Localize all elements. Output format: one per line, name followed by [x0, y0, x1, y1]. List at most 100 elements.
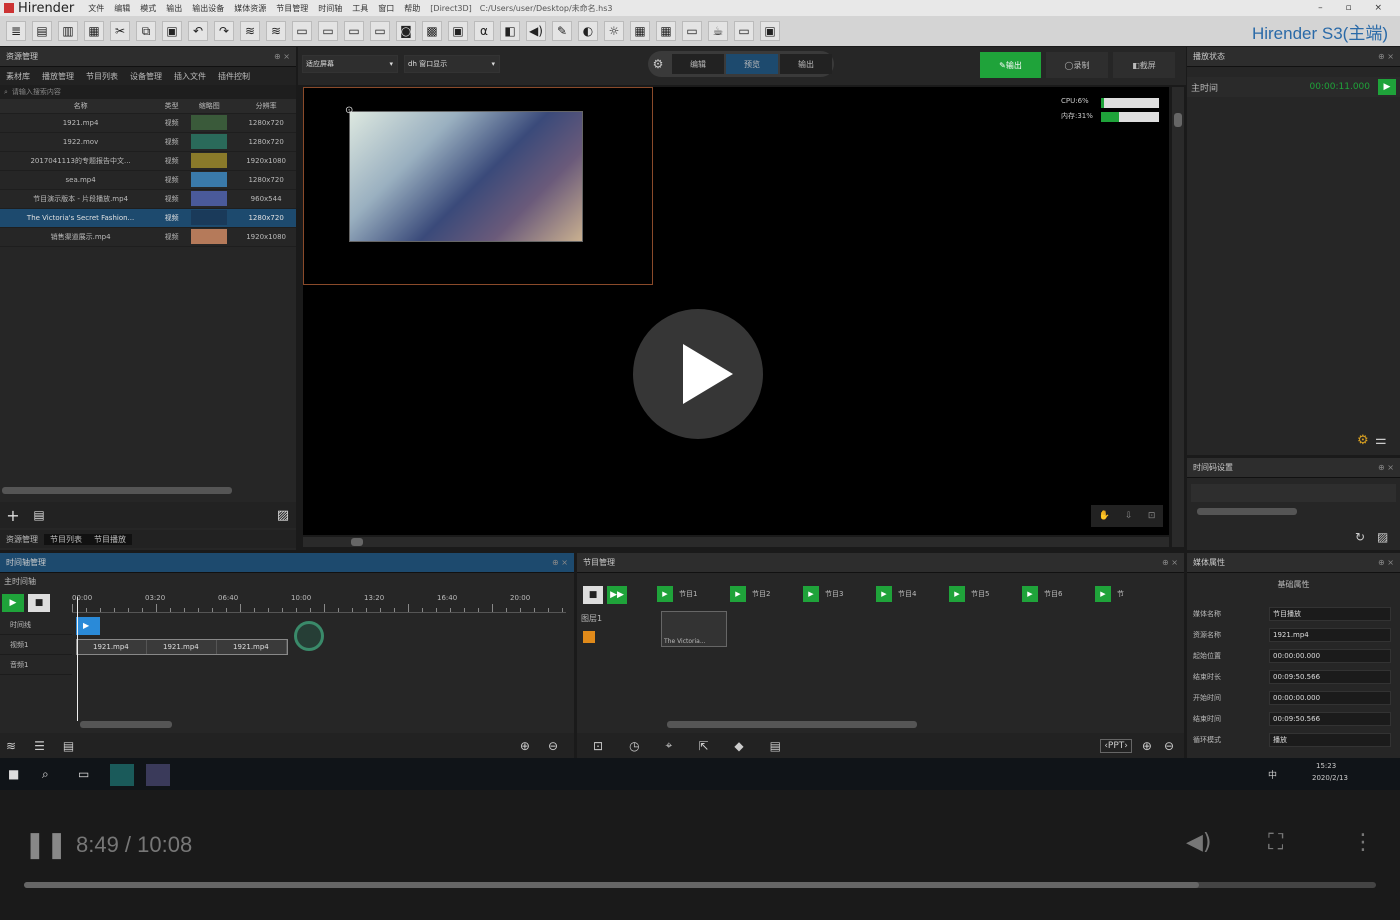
display-dropdown[interactable]: dh 窗口显示 ▾ — [404, 55, 500, 73]
play-icon[interactable]: ▶ — [876, 586, 892, 602]
prop-value-field[interactable]: 播放 — [1269, 732, 1391, 747]
pin-icon[interactable]: ⇩ — [1125, 511, 1133, 521]
media-bottom-tab[interactable]: 节目列表 — [44, 533, 88, 545]
toolbar-tool-icon[interactable]: ▩ — [422, 21, 442, 41]
media-tab[interactable]: 素材库 — [0, 71, 36, 82]
show-scrollbar[interactable] — [667, 721, 917, 728]
column-header[interactable]: 名称 — [0, 99, 162, 114]
volume-icon[interactable]: ◀) — [1186, 830, 1212, 855]
sync-icon[interactable]: ⚙ — [1357, 433, 1369, 448]
show-track-header[interactable]: ▶ 节目4 — [876, 583, 949, 605]
output-button[interactable]: ✎ 输出 — [980, 52, 1041, 78]
layers-icon[interactable]: ≋ — [6, 739, 16, 753]
toolbar-tool-icon[interactable]: ↷ — [214, 21, 234, 41]
column-header[interactable]: 缩略图 — [182, 99, 237, 114]
prop-value-field[interactable]: 00:00:00.000 — [1269, 648, 1391, 663]
toolbar-tool-icon[interactable]: ▭ — [318, 21, 338, 41]
toolbar-tool-icon[interactable]: ≋ — [266, 21, 286, 41]
zoom-in-icon[interactable]: ⊕ — [520, 739, 530, 753]
stage-vscroll[interactable] — [1172, 87, 1184, 547]
show-track-header[interactable]: ▶ 节目6 — [1022, 583, 1095, 605]
toolbar-tool-icon[interactable]: ▭ — [292, 21, 312, 41]
menu-item[interactable]: 输出设备 — [192, 4, 224, 13]
refresh-icon[interactable]: ↻ — [1355, 530, 1365, 544]
add-icon[interactable]: + — [0, 506, 26, 525]
close-icon[interactable]: ⊕ × — [1378, 52, 1394, 61]
media-tab[interactable]: 插件控制 — [212, 71, 256, 82]
timeline-clip[interactable]: 1921.mp4 — [147, 640, 217, 654]
layer-color-swatch[interactable] — [583, 631, 595, 643]
start-icon[interactable]: ■ — [8, 767, 19, 781]
pause-icon[interactable]: ❚❚ — [24, 830, 68, 860]
column-header[interactable]: 类型 — [161, 99, 183, 114]
toolbar-tool-icon[interactable]: ✂ — [110, 21, 130, 41]
menu-item[interactable]: 节目管理 — [276, 4, 308, 13]
menu-item[interactable]: 编辑 — [114, 4, 130, 13]
play-icon[interactable]: ▶ — [1022, 586, 1038, 602]
mode-tab[interactable]: 预览 — [726, 54, 778, 74]
media-bottom-tab[interactable]: 节目播放 — [88, 533, 132, 545]
toolbar-tool-icon[interactable]: α — [474, 21, 494, 41]
play-icon[interactable]: ▶ — [1378, 79, 1396, 95]
play-icon[interactable]: ▶ — [1095, 586, 1111, 602]
toolbar-tool-icon[interactable]: ▣ — [448, 21, 468, 41]
prop-value-field[interactable]: 00:00:00.000 — [1269, 690, 1391, 705]
timeline-ruler[interactable]: 00:00 03:20 06:40 10:00 13:20 16:40 20:00 — [72, 593, 566, 613]
toolbar-tool-icon[interactable]: ▭ — [370, 21, 390, 41]
video-progress[interactable] — [24, 882, 1376, 888]
show-track-header[interactable]: ▶ 节目3 — [803, 583, 876, 605]
play-icon[interactable]: ▶ — [803, 586, 819, 602]
toolbar-tool-icon[interactable]: ≣ — [6, 21, 26, 41]
search-icon[interactable]: ⌕ — [42, 767, 49, 782]
close-icon[interactable]: ⊕ × — [552, 558, 568, 567]
mode-tab[interactable]: 编辑 — [672, 54, 724, 74]
menu-item[interactable]: 输出 — [166, 4, 182, 13]
zoom-out-icon[interactable]: ⊖ — [1164, 739, 1174, 753]
table-row[interactable]: The Victoria's Secret Fashion... 视频 1280x7… — [0, 208, 296, 228]
menu-item[interactable]: 时间轴 — [318, 4, 342, 13]
table-row[interactable]: 2017041113的专题报告中文... 视频 1920x1080 — [0, 151, 296, 171]
ime-indicator[interactable]: 中 — [1268, 768, 1277, 781]
toolbar-tool-icon[interactable]: ◐ — [578, 21, 598, 41]
toolbar-tool-icon[interactable]: ▭ — [682, 21, 702, 41]
stop-icon[interactable]: ■ — [583, 586, 603, 604]
track-header[interactable]: 时间线 — [0, 615, 72, 635]
toolbar-tool-icon[interactable]: ≋ — [240, 21, 260, 41]
layer-handle-icon[interactable]: ⊙ — [345, 105, 353, 116]
fast-forward-icon[interactable]: ▶▶ — [607, 586, 627, 604]
track-header[interactable]: 视频1 — [0, 635, 72, 655]
column-header[interactable]: 分辨率 — [236, 99, 296, 114]
media-bottom-tab[interactable]: 资源管理 — [0, 534, 44, 545]
timeline-marker[interactable]: ▶ — [76, 617, 100, 635]
prop-value-field[interactable]: 00:09:50.566 — [1269, 669, 1391, 684]
zoom-in-icon[interactable]: ⊕ — [1142, 739, 1152, 753]
table-row[interactable]: 销售渠道展示.mp4 视频 1920x1080 — [0, 227, 296, 247]
menu-item[interactable]: 媒体资源 — [234, 4, 266, 13]
close-icon[interactable]: ⊕ × — [1378, 558, 1394, 567]
media-tab[interactable]: 播放管理 — [36, 71, 80, 82]
toolbar-tool-icon[interactable]: ▦ — [84, 21, 104, 41]
menu-item[interactable]: 模式 — [140, 4, 156, 13]
frame-icon[interactable]: ⊡ — [593, 739, 603, 753]
app-icon-editor[interactable] — [146, 764, 170, 786]
fit-dropdown[interactable]: 适应屏幕 ▾ — [302, 55, 398, 73]
prop-value-field[interactable]: 00:09:50.566 — [1269, 711, 1391, 726]
prop-value-field[interactable]: 1921.mp4 — [1269, 627, 1391, 642]
fit-icon[interactable]: ⊡ — [1148, 511, 1156, 521]
toolbar-tool-icon[interactable]: ☼ — [604, 21, 624, 41]
media-tab[interactable]: 设备管理 — [124, 71, 168, 82]
track-header[interactable]: 音频1 — [0, 655, 72, 675]
show-track-header[interactable]: ▶ 节目2 — [730, 583, 803, 605]
menu-item[interactable]: 工具 — [352, 4, 368, 13]
toolbar-tool-icon[interactable]: ⧉ — [136, 21, 156, 41]
export-icon[interactable]: ⇱ — [698, 739, 708, 753]
toolbar-tool-icon[interactable]: ▦ — [656, 21, 676, 41]
toolbar-tool-icon[interactable]: ◧ — [500, 21, 520, 41]
record-button[interactable]: ◯ 录制 — [1046, 52, 1108, 78]
table-row[interactable]: sea.mp4 视频 1280x720 — [0, 170, 296, 190]
toolbar-tool-icon[interactable]: ◀) — [526, 21, 546, 41]
show-track-header[interactable]: ▶ 节目1 — [657, 583, 730, 605]
screenshot-button[interactable]: ◧ 截屏 — [1113, 52, 1175, 78]
table-row[interactable]: 1921.mp4 视频 1280x720 — [0, 113, 296, 133]
table-row[interactable]: 节目演示版本 - 片段播放.mp4 视频 960x544 — [0, 189, 296, 209]
